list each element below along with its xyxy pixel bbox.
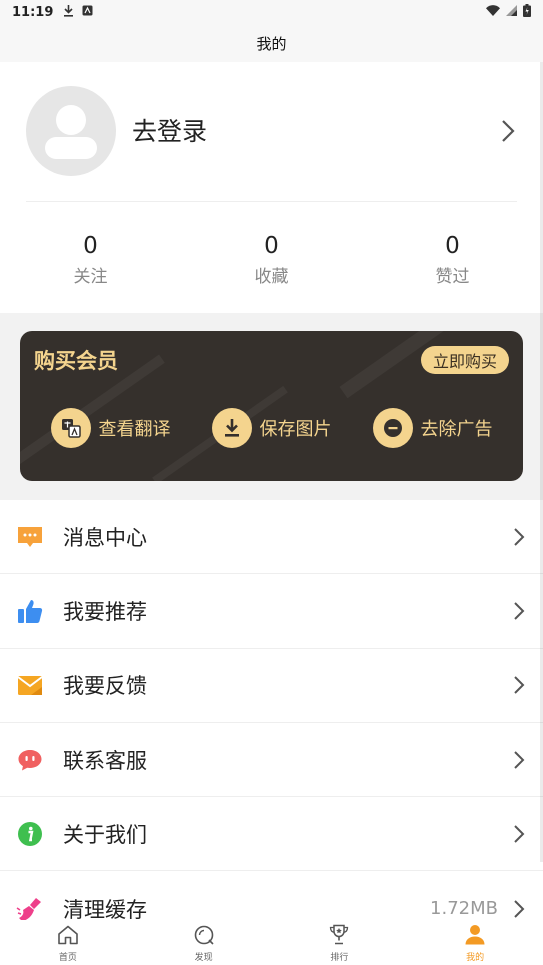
buy-now-button[interactable]: 立即购买 [420,346,509,374]
translate-icon [50,408,91,448]
feature-label: 保存图片 [259,419,332,440]
menu-item-messages[interactable]: 消息中心 [0,500,543,575]
chat-icon [15,745,45,775]
tab-label: 发现 [194,952,213,963]
feature-label: 去除广告 [420,419,493,440]
chevron-right-icon [513,601,525,625]
menu-list: 消息中心 我要推荐 我要反馈 联系客服 关于我们 清理缓存 1.72MB [0,500,543,946]
vip-section: 购买会员 立即购买 查看翻译 保存图片 去除广告 [0,313,543,500]
vip-features: 查看翻译 保存图片 去除广告 [20,408,523,448]
battery-icon [523,3,531,21]
feature-remove-ads[interactable]: 去除广告 [372,408,493,448]
download-icon [211,408,252,448]
vip-card[interactable]: 购买会员 立即购买 查看翻译 保存图片 去除广告 [20,331,523,481]
divider [26,201,517,202]
chevron-right-icon[interactable] [501,119,515,147]
signal-icon [506,4,517,20]
wifi-icon [486,4,500,20]
menu-label: 我要反馈 [63,674,147,699]
menu-item-feedback[interactable]: 我要反馈 [0,649,543,723]
stat-label: 关注 [73,267,108,287]
trophy-icon [328,924,350,949]
menu-label: 我要推荐 [63,599,147,624]
stat-favorites[interactable]: 0 收藏 [181,232,362,287]
stat-label: 赞过 [435,267,470,287]
stats-row: 0 关注 0 收藏 0 赞过 [0,232,543,287]
feature-label: 查看翻译 [98,419,171,440]
menu-item-recommend[interactable]: 我要推荐 [0,574,543,649]
tab-label: 排行 [330,953,349,963]
tab-label: 我的 [466,953,485,963]
user-silhouette-icon [45,105,97,159]
bottom-tab-bar: 首页 发现 排行 我的 [0,920,543,965]
cache-size: 1.72MB [430,898,498,920]
avatar[interactable] [26,86,116,176]
feature-translate[interactable]: 查看翻译 [50,408,171,448]
user-icon [464,924,486,949]
chevron-right-icon [513,750,525,774]
tab-label: 首页 [58,952,77,963]
download-status-icon [63,4,74,20]
chevron-right-icon [513,675,525,699]
app-status-icon [82,5,93,19]
home-icon [57,925,79,949]
menu-item-about[interactable]: 关于我们 [0,797,543,872]
menu-label: 联系客服 [63,748,147,773]
page-title: 我的 [0,24,543,62]
vip-title: 购买会员 [34,349,118,373]
message-icon [15,522,45,552]
tab-discover[interactable]: 发现 [136,920,272,965]
profile-section: 去登录 0 关注 0 收藏 0 赞过 [0,62,543,313]
thumbs-up-icon [15,596,45,626]
stat-label: 收藏 [254,267,289,287]
stat-value: 0 [264,233,279,259]
tab-home[interactable]: 首页 [0,920,136,965]
stat-value: 0 [83,233,98,259]
discover-icon [193,925,215,949]
menu-label: 关于我们 [63,822,147,847]
chevron-right-icon [513,527,525,551]
stat-liked[interactable]: 0 赞过 [362,232,543,287]
remove-icon [372,408,413,448]
mail-icon [15,670,45,700]
tab-ranking[interactable]: 排行 [272,920,408,965]
login-link[interactable]: 去登录 [132,112,207,148]
tab-mine[interactable]: 我的 [407,920,543,965]
status-bar: 11:19 [0,0,543,24]
menu-label: 消息中心 [63,525,147,550]
info-icon [15,819,45,849]
chevron-right-icon [513,824,525,848]
stat-value: 0 [445,233,460,259]
status-time: 11:19 [12,4,54,20]
feature-save-image[interactable]: 保存图片 [211,408,332,448]
menu-item-customer-service[interactable]: 联系客服 [0,723,543,798]
stat-following[interactable]: 0 关注 [0,232,181,287]
